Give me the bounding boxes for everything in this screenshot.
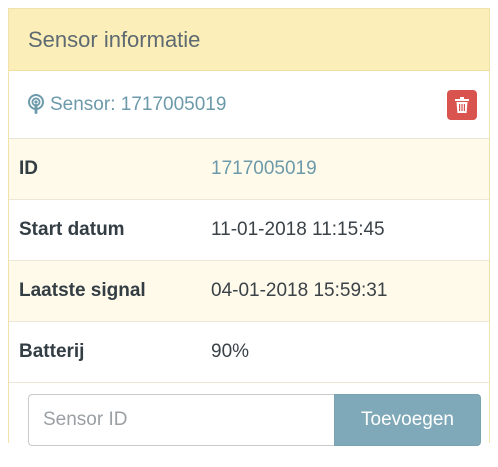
add-sensor-input-group: Toevoegen: [28, 394, 481, 446]
id-value[interactable]: 1717005019: [211, 158, 317, 180]
trash-icon: [455, 96, 469, 113]
panel-title: Sensor informatie: [28, 26, 201, 52]
delete-sensor-button[interactable]: [447, 89, 477, 120]
add-sensor-form: Toevoegen: [9, 383, 489, 467]
last-signal-label: Laatste signal: [19, 280, 146, 301]
battery-label: Batterij: [19, 341, 85, 362]
start-label: Start datum: [19, 219, 125, 240]
last-signal-value: 04-01-2018 15:59:31: [211, 280, 388, 301]
battery-value: 90%: [211, 341, 250, 362]
add-sensor-button[interactable]: Toevoegen: [334, 394, 481, 446]
info-row-last-signal: Laatste signal 04-01-2018 15:59:31: [9, 261, 489, 322]
info-row-id: ID 1717005019: [9, 139, 489, 200]
info-row-start: Start datum 11-01-2018 11:15:45: [9, 200, 489, 261]
start-value: 11-01-2018 11:15:45: [211, 219, 385, 240]
sensor-title: Sensor: 1717005019: [26, 93, 227, 116]
podcast-icon: [28, 93, 44, 114]
sensor-title-text: Sensor: 1717005019: [50, 93, 227, 115]
panel-heading: Sensor informatie: [9, 9, 489, 71]
sensor-info-panel: Sensor informatie Sensor: 1717005019 ID …: [8, 8, 490, 467]
info-row-battery: Batterij 90%: [9, 322, 489, 383]
sensor-id-input[interactable]: [28, 394, 334, 446]
id-label: ID: [19, 158, 38, 179]
sensor-subheader: Sensor: 1717005019: [9, 71, 489, 139]
